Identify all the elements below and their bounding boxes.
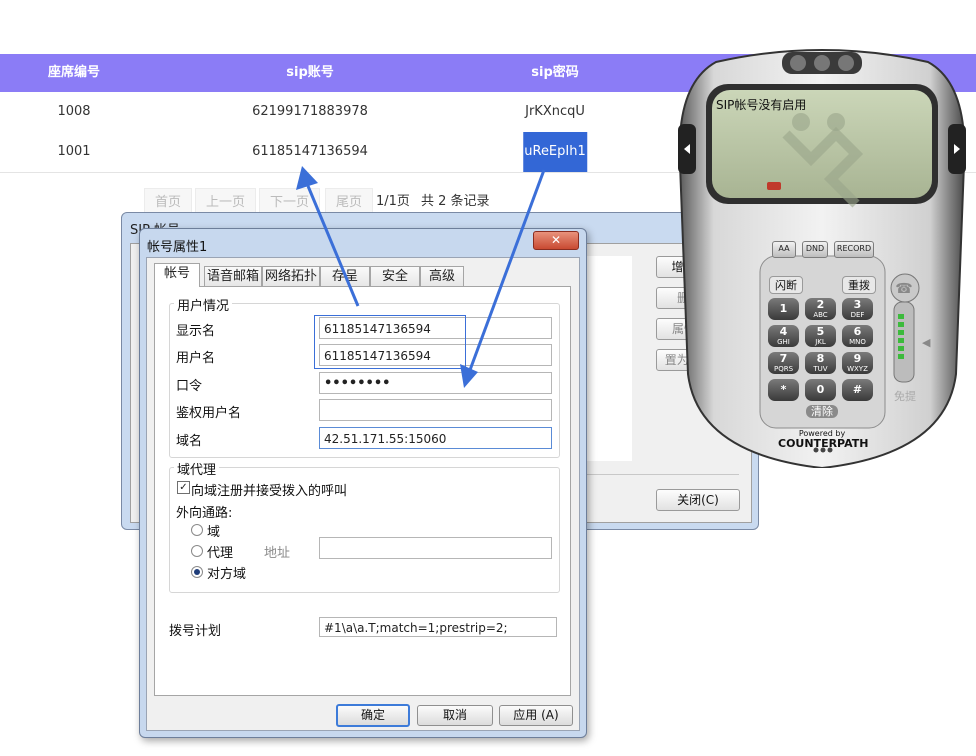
key-letters: PQRS bbox=[773, 365, 794, 373]
brand-logo: COUNTERPATH bbox=[778, 437, 869, 450]
col-header-account: sip账号 bbox=[286, 65, 334, 80]
password-label: 口令 bbox=[176, 379, 203, 394]
prop-dialog-title: 帐号属性1 bbox=[147, 240, 208, 255]
key-1[interactable]: 1 bbox=[768, 298, 799, 320]
key-star[interactable]: * bbox=[768, 379, 799, 401]
domain-field[interactable]: 42.51.171.55:15060 bbox=[319, 427, 552, 449]
key-letters: MNO bbox=[849, 338, 866, 346]
key-letters: DEF bbox=[850, 311, 865, 319]
record-total: 共 2 条记录 bbox=[421, 194, 490, 209]
cell-account: 61185147136594 bbox=[252, 144, 368, 159]
page-info: 1/1页 bbox=[376, 194, 410, 209]
apply-button[interactable]: 应用 (A) bbox=[499, 705, 573, 726]
cell-password-selected[interactable]: uReEpIh1 bbox=[523, 132, 587, 172]
radio-proxy-label: 代理 bbox=[207, 546, 234, 561]
handsfree-button[interactable]: 免提 bbox=[890, 388, 920, 404]
account-properties-dialog: 帐号属性1 ✕ 帐号 语音邮箱 网络拓扑 存呈 安全 高级 用户情况 显示名 6… bbox=[139, 228, 587, 738]
aa-button[interactable]: AA bbox=[772, 241, 796, 258]
key-letters: TUV bbox=[813, 365, 828, 373]
key-9[interactable]: 9 WXYZ bbox=[842, 352, 873, 374]
col-header-password: sip密码 bbox=[531, 65, 579, 80]
key-digit: 2 bbox=[816, 298, 825, 311]
key-letters: WXYZ bbox=[847, 365, 868, 373]
phone-status-text: SIP帐号没有启用 bbox=[716, 98, 807, 112]
clear-button[interactable]: 清除 bbox=[806, 405, 838, 418]
user-info-title: 用户情况 bbox=[174, 295, 233, 314]
key-digit: * bbox=[780, 383, 787, 396]
domain-proxy-title: 域代理 bbox=[174, 459, 220, 478]
key-digit: 4 bbox=[779, 325, 788, 338]
key-digit: 7 bbox=[779, 352, 788, 365]
key-digit: 0 bbox=[816, 383, 825, 396]
redial-button[interactable]: 重拨 bbox=[842, 276, 876, 294]
cell-password: JrKXncqU bbox=[525, 104, 585, 119]
key-digit: 3 bbox=[853, 298, 862, 311]
account-tab-panel: 用户情况 显示名 61185147136594 用户名 611851471365… bbox=[154, 286, 571, 696]
dial-plan-field[interactable]: #1\a\a.T;match=1;prestrip=2; bbox=[319, 617, 557, 637]
address-label: 地址 bbox=[264, 546, 291, 561]
keypad: 1 2 ABC 3 DEF 4 GHI 5 JKL 6 MNO 7 PQRS 8 TUV 9 WXYZ * 0 # bbox=[768, 298, 878, 408]
display-name-label: 显示名 bbox=[176, 324, 216, 339]
radio-domain[interactable] bbox=[191, 524, 203, 536]
cell-account: 62199171883978 bbox=[252, 104, 368, 119]
key-hash[interactable]: # bbox=[842, 379, 873, 401]
col-header-seat: 座席编号 bbox=[47, 65, 101, 80]
key-8[interactable]: 8 TUV bbox=[805, 352, 836, 374]
ok-button[interactable]: 确定 bbox=[336, 704, 410, 727]
key-6[interactable]: 6 MNO bbox=[842, 325, 873, 347]
radio-peer-domain-label: 对方域 bbox=[207, 567, 247, 582]
outbound-label: 外向通路: bbox=[176, 506, 233, 521]
key-digit: 8 bbox=[816, 352, 825, 365]
cell-seat: 1008 bbox=[57, 104, 91, 119]
key-letters: JKL bbox=[815, 338, 826, 346]
tab-voicemail[interactable]: 语音邮箱 bbox=[204, 266, 262, 286]
flash-button[interactable]: 闪断 bbox=[769, 276, 803, 294]
prop-dialog-body: 帐号 语音邮箱 网络拓扑 存呈 安全 高级 用户情况 显示名 611851471… bbox=[146, 257, 580, 731]
dial-plan-label: 拨号计划 bbox=[169, 624, 222, 639]
divider bbox=[581, 474, 739, 475]
close-dialog-button[interactable]: 关闭(C) bbox=[656, 489, 740, 511]
account-list[interactable] bbox=[581, 256, 632, 461]
cancel-button[interactable]: 取消 bbox=[417, 705, 493, 726]
key-digit: 9 bbox=[853, 352, 862, 365]
tab-presence[interactable]: 存呈 bbox=[320, 266, 370, 286]
key-3[interactable]: 3 DEF bbox=[842, 298, 873, 320]
record-button[interactable]: RECORD bbox=[834, 241, 874, 258]
key-0[interactable]: 0 bbox=[805, 379, 836, 401]
hangup-icon[interactable]: ☎ bbox=[893, 281, 915, 299]
key-7[interactable]: 7 PQRS bbox=[768, 352, 799, 374]
key-digit: 6 bbox=[853, 325, 862, 338]
tab-security[interactable]: 安全 bbox=[370, 266, 420, 286]
username-label: 用户名 bbox=[176, 351, 216, 366]
key-digit: # bbox=[852, 383, 863, 396]
dnd-button[interactable]: DND bbox=[802, 241, 828, 258]
tab-topology[interactable]: 网络拓扑 bbox=[262, 266, 320, 286]
key-letters: GHI bbox=[777, 338, 790, 346]
auth-username-field[interactable] bbox=[319, 399, 552, 421]
close-icon[interactable]: ✕ bbox=[533, 231, 579, 250]
speaker-icon: ◀ bbox=[922, 336, 931, 349]
cell-seat: 1001 bbox=[57, 144, 91, 159]
domain-label: 域名 bbox=[176, 434, 203, 449]
address-field[interactable] bbox=[319, 537, 552, 559]
highlight-box bbox=[314, 315, 466, 369]
key-2[interactable]: 2 ABC bbox=[805, 298, 836, 320]
radio-proxy[interactable] bbox=[191, 545, 203, 557]
tab-account[interactable]: 帐号 bbox=[154, 263, 200, 287]
radio-peer-domain[interactable] bbox=[191, 566, 203, 578]
auth-username-label: 鉴权用户名 bbox=[176, 406, 242, 421]
key-5[interactable]: 5 JKL bbox=[805, 325, 836, 347]
register-label: 向域注册并接受拨入的呼叫 bbox=[191, 484, 348, 499]
password-field[interactable]: •••••••• bbox=[319, 372, 552, 394]
key-digit: 1 bbox=[779, 302, 788, 315]
key-letters: ABC bbox=[813, 311, 828, 319]
register-checkbox[interactable]: ✓ bbox=[177, 481, 190, 494]
radio-domain-label: 域 bbox=[207, 525, 221, 540]
key-digit: 5 bbox=[816, 325, 825, 338]
tab-advanced[interactable]: 高级 bbox=[420, 266, 464, 286]
key-4[interactable]: 4 GHI bbox=[768, 325, 799, 347]
